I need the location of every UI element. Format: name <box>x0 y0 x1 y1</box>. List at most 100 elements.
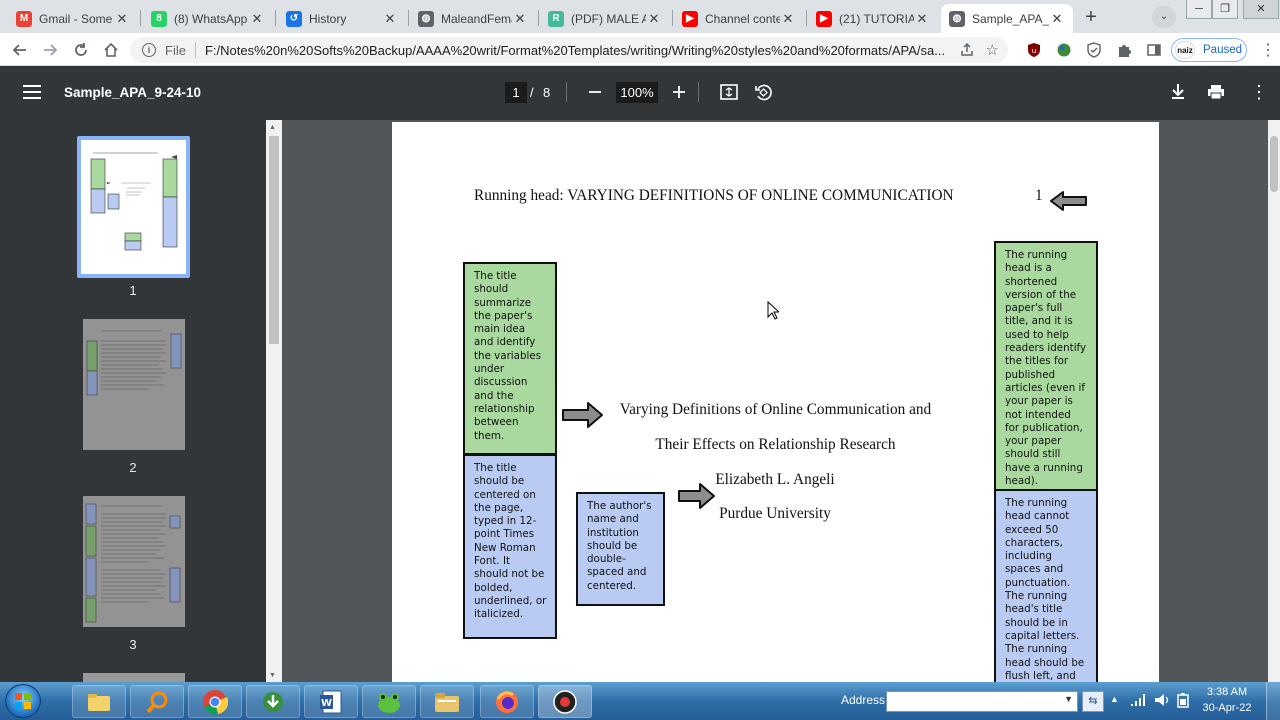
browser-tab[interactable]: ▶ Channel conte ✕ <box>674 4 804 33</box>
dropdown-arrow-icon[interactable]: ▼ <box>1064 694 1073 704</box>
page-scrollbar[interactable] <box>1268 120 1280 682</box>
page-thumbnail-3[interactable] <box>83 496 185 627</box>
scrollbar-thumb[interactable] <box>269 136 279 344</box>
download-button[interactable] <box>1171 83 1185 105</box>
print-button[interactable] <box>1207 84 1225 105</box>
search-icon <box>146 691 168 713</box>
page-separator: / <box>530 85 534 100</box>
taskbar-desktop-button[interactable] <box>72 685 126 718</box>
youtube-icon: ▶ <box>816 10 832 27</box>
zoom-level-input[interactable]: 100% <box>616 82 658 103</box>
fit-to-page-icon <box>720 84 738 100</box>
printer-icon <box>1208 85 1224 100</box>
thumbnail-label-1: 1 <box>129 283 137 298</box>
bookmark-star-icon[interactable]: ☆ <box>986 41 999 59</box>
note-title-format: The title should be centered on the page… <box>463 454 557 639</box>
url-text[interactable]: F:/Notes%20n%20Softs%20Backup/AAAA%20wri… <box>205 43 957 58</box>
zoom-out-button[interactable] <box>588 85 602 104</box>
divider <box>194 42 196 58</box>
address-go-button[interactable]: ⇆ <box>1082 691 1104 712</box>
side-panel-button[interactable] <box>1142 38 1166 62</box>
total-pages: 8 <box>543 85 551 100</box>
taskbar-address-input[interactable]: ▼ <box>886 691 1078 712</box>
browser-tab[interactable]: 8 (8) WhatsApp ✕ <box>143 4 273 33</box>
page-thumbnail-1[interactable] <box>81 140 186 274</box>
taskbar-chrome-button[interactable] <box>188 685 242 718</box>
close-icon[interactable]: ✕ <box>914 11 930 27</box>
scroll-up-icon[interactable]: ▲ <box>269 124 276 131</box>
extension-shield-button[interactable] <box>1082 38 1106 62</box>
close-window-button[interactable]: ✕ <box>1243 0 1279 19</box>
taskbar-explorer-button[interactable] <box>420 685 474 718</box>
close-icon[interactable]: ✕ <box>114 11 130 27</box>
browser-tab[interactable]: M Gmail - Some ✕ <box>8 4 138 33</box>
browser-tab[interactable]: ▶ (21) TUTORIAL✕ <box>808 4 938 33</box>
volume-icon[interactable] <box>1154 693 1170 707</box>
reload-button[interactable] <box>69 38 93 62</box>
taskbar-firefox-button[interactable] <box>480 685 534 718</box>
tab-title: Channel conte <box>705 11 780 26</box>
clock-date[interactable]: 30-Apr-22 <box>1196 702 1258 714</box>
show-desktop-button[interactable] <box>1266 682 1280 720</box>
page-number-input[interactable]: 1 <box>505 82 527 103</box>
extension-globe-button[interactable] <box>1052 38 1076 62</box>
researchgate-icon: R <box>548 10 564 27</box>
taskbar-word-button[interactable]: W <box>304 685 358 718</box>
tab-search-button[interactable]: ⌄ <box>1152 6 1176 28</box>
divider <box>566 82 567 102</box>
zoom-in-button[interactable] <box>672 85 686 104</box>
network-signal-icon[interactable] <box>1130 693 1146 707</box>
share-icon[interactable] <box>959 42 974 60</box>
sidebar-menu-button[interactable] <box>23 85 41 104</box>
new-tab-button[interactable]: + <box>1078 6 1104 28</box>
back-button[interactable] <box>8 38 32 62</box>
plus-icon <box>673 86 685 98</box>
browser-tab[interactable]: ◍ Sample_APA_9 ✕ <box>941 4 1073 33</box>
taskbar-recorder-button[interactable] <box>538 685 592 718</box>
start-button[interactable] <box>5 684 41 718</box>
taskbar-search-button[interactable] <box>130 685 184 718</box>
page-thumbnail-2[interactable] <box>83 319 185 450</box>
folder-icon <box>88 693 110 711</box>
hamburger-icon <box>23 85 41 99</box>
close-icon[interactable]: ✕ <box>382 11 398 27</box>
ublock-extension-button[interactable]: u <box>1022 38 1046 62</box>
scrollbar-thumb[interactable] <box>1270 136 1278 192</box>
close-icon[interactable]: ✕ <box>646 11 662 27</box>
tab-separator <box>140 10 141 26</box>
close-icon[interactable]: ✕ <box>1049 11 1065 27</box>
close-icon[interactable]: ✕ <box>512 11 528 27</box>
download-manager-icon <box>263 691 283 712</box>
forward-button[interactable] <box>38 38 62 62</box>
show-hidden-icons-icon[interactable]: ▲ <box>1110 694 1119 704</box>
browser-tab[interactable]: ↺ History ✕ <box>278 4 406 33</box>
extensions-button[interactable] <box>1112 38 1136 62</box>
page-thumbnail-4[interactable] <box>83 673 185 682</box>
close-icon[interactable]: ✕ <box>780 11 796 27</box>
fit-page-button[interactable] <box>720 84 738 105</box>
taskbar-frog-app-button[interactable] <box>362 685 416 718</box>
sidebar-scrollbar[interactable]: ▲ ▼ <box>266 120 282 682</box>
arrow-right-icon <box>44 44 58 56</box>
chrome-menu-button[interactable]: ⋮ <box>1256 38 1280 62</box>
battery-icon[interactable] <box>1176 692 1190 708</box>
info-icon[interactable]: i <box>142 43 156 57</box>
restore-button[interactable]: ❐ <box>1212 0 1238 19</box>
address-bar[interactable]: i File F:/Notes%20n%20Softs%20Backup/AAA… <box>130 37 1008 63</box>
profile-paused-button[interactable]: naiz Paused <box>1171 38 1247 62</box>
avatar: naiz <box>1175 41 1195 59</box>
taskbar-idm-button[interactable] <box>246 685 300 718</box>
home-button[interactable] <box>99 38 123 62</box>
scroll-down-icon[interactable]: ▼ <box>269 672 276 679</box>
ublock-shield-icon: u <box>1028 43 1040 57</box>
note-running-head-rules: The running head cannot exceed 50 charac… <box>994 489 1098 682</box>
rotate-button[interactable] <box>754 83 772 106</box>
close-icon[interactable]: ✕ <box>249 11 265 27</box>
history-icon: ↺ <box>286 10 302 27</box>
browser-tab[interactable]: ◍ MaleandFema ✕ <box>410 4 536 33</box>
clock-time[interactable]: 3:38 AM <box>1196 686 1258 698</box>
pdf-more-button[interactable]: ⋮ <box>1250 82 1268 102</box>
browser-tab[interactable]: R (PDF) MALE A ✕ <box>540 4 670 33</box>
shield-check-icon <box>1087 42 1101 58</box>
minimize-button[interactable]: ─ <box>1186 0 1212 19</box>
